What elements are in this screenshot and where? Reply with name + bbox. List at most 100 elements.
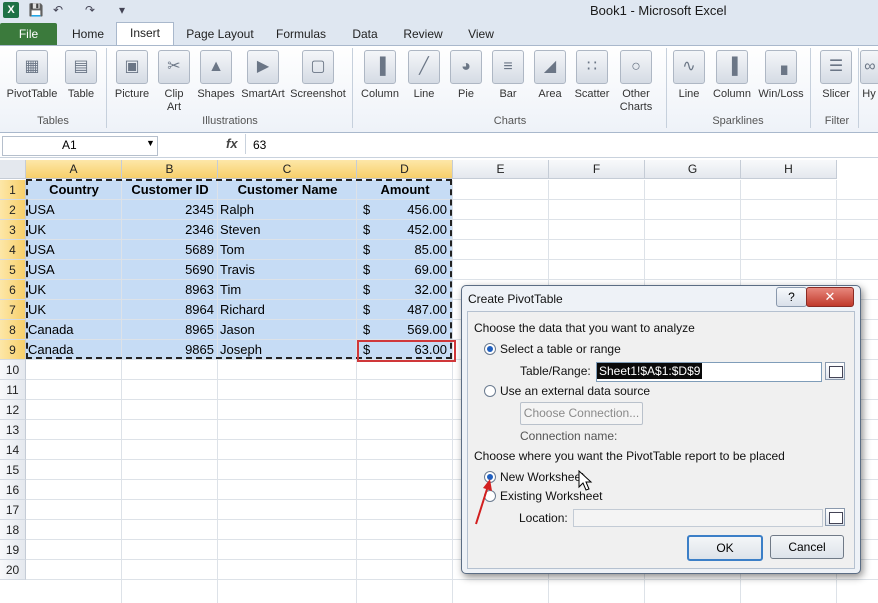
section-placement-label: Choose where you want the PivotTable rep… [474, 449, 785, 463]
group-label-tables: Tables [37, 115, 69, 127]
tab-view[interactable]: View [459, 24, 503, 44]
redo-icon[interactable]: ↷ [82, 2, 98, 18]
row-header-8[interactable]: 8 [0, 320, 26, 340]
range-picker-icon [829, 366, 843, 378]
connection-name-label: Connection name: [520, 429, 618, 443]
copy-marquee [26, 179, 452, 359]
name-box-dropdown-icon[interactable]: ▼ [146, 138, 155, 148]
tab-file[interactable]: File [0, 23, 57, 45]
row-header-18[interactable]: 18 [0, 520, 26, 540]
line-chart-button[interactable]: ╱ Line [404, 50, 444, 101]
table-range-label: Table/Range: [520, 364, 591, 378]
table-button[interactable]: ▤ Table [62, 50, 100, 101]
column-header-g[interactable]: G [645, 160, 741, 179]
annotation-arrow-icon [475, 479, 492, 525]
ok-button[interactable]: OK [687, 535, 763, 561]
other-charts-icon: ○ [620, 50, 652, 84]
smartart-button[interactable]: ▶ SmartArt [240, 50, 286, 101]
row-header-2[interactable]: 2 [0, 200, 26, 220]
row-header-3[interactable]: 3 [0, 220, 26, 240]
scatter-chart-button[interactable]: ∷ Scatter [572, 50, 612, 101]
location-input[interactable] [573, 509, 823, 527]
cancel-button[interactable]: Cancel [770, 535, 844, 559]
row-header-7[interactable]: 7 [0, 300, 26, 320]
pie-chart-button[interactable]: ◕ Pie [446, 50, 486, 101]
row-header-17[interactable]: 17 [0, 500, 26, 520]
insert-function-icon[interactable]: fx [226, 136, 238, 151]
window-title: Book1 - Microsoft Excel [590, 3, 727, 18]
hyperlink-icon: ∞ [860, 50, 878, 84]
save-icon[interactable]: 💾 [28, 2, 44, 18]
location-picker-icon [829, 512, 843, 524]
row-header-1[interactable]: 1 [0, 180, 26, 200]
group-separator [858, 48, 859, 128]
area-chart-button[interactable]: ◢ Area [530, 50, 570, 101]
row-header-16[interactable]: 16 [0, 480, 26, 500]
column-header-b[interactable]: B [122, 160, 218, 179]
column-header-h[interactable]: H [741, 160, 837, 179]
clip-art-button[interactable]: ✂ Clip Art [156, 50, 192, 114]
hyperlink-button[interactable]: ∞ Hy [860, 50, 878, 101]
choose-connection-button[interactable]: Choose Connection... [520, 402, 643, 425]
select-all-corner[interactable] [0, 160, 26, 179]
row-header-4[interactable]: 4 [0, 240, 26, 260]
sparkline-column-button[interactable]: ▐ Column [710, 50, 754, 101]
active-cell-highlight [357, 340, 456, 362]
line-chart-icon: ╱ [408, 50, 440, 84]
undo-icon[interactable]: ↶ [50, 2, 66, 18]
radio-external-source[interactable] [484, 385, 496, 397]
sparkline-winloss-button[interactable]: ▗ Win/Loss [756, 50, 806, 101]
column-chart-button[interactable]: ▐ Column [358, 50, 402, 101]
row-header-9[interactable]: 9 [0, 340, 26, 360]
group-separator [810, 48, 811, 128]
pivottable-button[interactable]: ▦ PivotTable [4, 50, 60, 101]
tab-page-layout[interactable]: Page Layout [180, 24, 260, 44]
tab-data[interactable]: Data [343, 24, 387, 44]
row-header-11[interactable]: 11 [0, 380, 26, 400]
column-header-e[interactable]: E [453, 160, 549, 179]
group-separator [352, 48, 353, 128]
row-header-12[interactable]: 12 [0, 400, 26, 420]
row-header-13[interactable]: 13 [0, 420, 26, 440]
column-header-a[interactable]: A [26, 160, 122, 179]
excel-logo-icon[interactable]: X [3, 2, 19, 18]
group-separator [106, 48, 107, 128]
name-box[interactable] [2, 136, 158, 156]
group-label-illustrations: Illustrations [202, 115, 258, 127]
column-header-d[interactable]: D [357, 160, 453, 179]
tab-insert[interactable]: Insert [116, 22, 174, 45]
row-header-6[interactable]: 6 [0, 280, 26, 300]
picture-button[interactable]: ▣ Picture [112, 50, 152, 101]
table-range-value: Sheet1!$A$1:$D$9 [597, 363, 703, 379]
row-header-5[interactable]: 5 [0, 260, 26, 280]
column-header-f[interactable]: F [549, 160, 645, 179]
sparkline-line-button[interactable]: ∿ Line [670, 50, 708, 101]
radio-new-worksheet-label[interactable]: New Worksheet [500, 470, 584, 484]
other-charts-button[interactable]: ○ Other Charts [614, 50, 658, 114]
tab-review[interactable]: Review [397, 24, 449, 44]
tab-formulas[interactable]: Formulas [270, 24, 332, 44]
customize-icon[interactable]: ▾ [114, 2, 130, 18]
row-header-19[interactable]: 19 [0, 540, 26, 560]
slicer-button[interactable]: ☰ Slicer [816, 50, 856, 101]
group-label-charts: Charts [493, 115, 527, 127]
clip-art-icon: ✂ [158, 50, 190, 84]
formula-input[interactable] [245, 134, 876, 154]
bar-chart-button[interactable]: ≡ Bar [488, 50, 528, 101]
radio-select-table[interactable] [484, 343, 496, 355]
close-button[interactable]: ✕ [806, 287, 854, 307]
shapes-icon: ▲ [200, 50, 232, 84]
tab-home[interactable]: Home [62, 24, 114, 44]
radio-select-table-label[interactable]: Select a table or range [500, 342, 621, 356]
help-button[interactable]: ? [776, 287, 807, 307]
group-separator [666, 48, 667, 128]
screenshot-button[interactable]: ▢ Screenshot [288, 50, 348, 101]
row-header-15[interactable]: 15 [0, 460, 26, 480]
shapes-button[interactable]: ▲ Shapes [196, 50, 236, 101]
row-header-20[interactable]: 20 [0, 560, 26, 580]
bar-chart-icon: ≡ [492, 50, 524, 84]
row-header-14[interactable]: 14 [0, 440, 26, 460]
row-header-10[interactable]: 10 [0, 360, 26, 380]
radio-external-source-label[interactable]: Use an external data source [500, 384, 650, 398]
column-header-c[interactable]: C [218, 160, 357, 179]
